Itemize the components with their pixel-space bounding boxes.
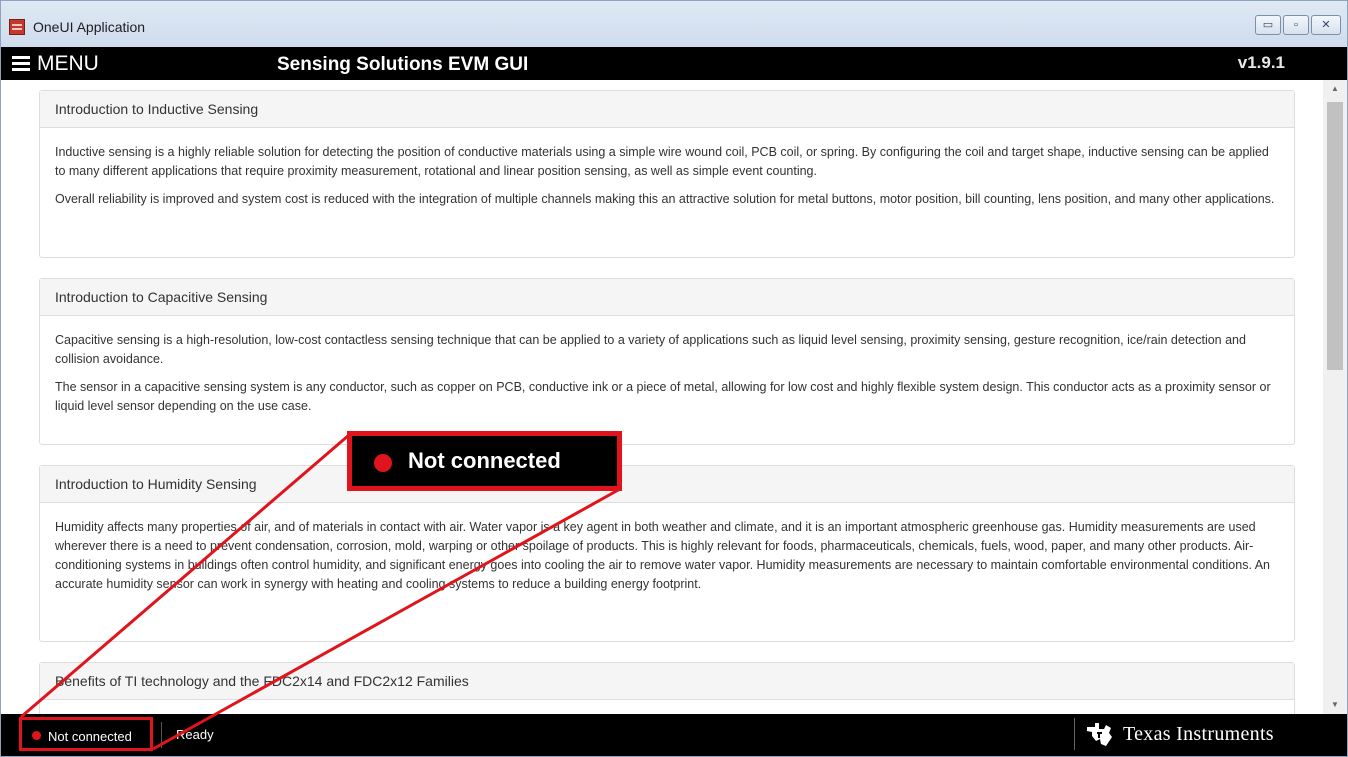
panel-humidity-sensing: Introduction to Humidity Sensing Humidit… bbox=[39, 465, 1295, 642]
ti-logo-icon bbox=[1087, 723, 1112, 746]
status-divider bbox=[161, 722, 162, 748]
panel-body: Capacitive sensing is a high-resolution,… bbox=[40, 316, 1294, 416]
app-icon bbox=[9, 19, 25, 35]
panel-body: Humidity affects many properties of air,… bbox=[40, 503, 1294, 594]
status-dot-icon bbox=[32, 731, 41, 740]
connection-status-text: Not connected bbox=[48, 729, 132, 744]
panel-inductive-sensing: Introduction to Inductive Sensing Induct… bbox=[39, 90, 1295, 258]
panel-heading: Benefits of TI technology and the FDC2x1… bbox=[40, 663, 1294, 700]
panel-paragraph: Capacitive sensing is a high-resolution,… bbox=[55, 333, 1246, 366]
ti-brand-name: Texas Instruments bbox=[1123, 723, 1274, 745]
panel-paragraph: Overall reliability is improved and syst… bbox=[55, 192, 1275, 206]
main-content: Introduction to Inductive Sensing Induct… bbox=[1, 80, 1323, 714]
application-window: OneUI Application ▭ ▫ ✕ MENU Sensing Sol… bbox=[0, 0, 1348, 757]
version-label: v1.9.1 bbox=[1237, 53, 1285, 72]
connection-status-highlight[interactable]: Not connected bbox=[19, 717, 153, 751]
scroll-down-arrow-icon[interactable]: ▼ bbox=[1323, 696, 1347, 714]
close-button[interactable]: ✕ bbox=[1311, 15, 1341, 35]
vertical-scrollbar[interactable]: ▲ ▼ bbox=[1323, 80, 1347, 714]
status-bar: Not connected Ready Texas Instruments bbox=[1, 714, 1347, 756]
app-header: MENU Sensing Solutions EVM GUI v1.9.1 bbox=[1, 47, 1347, 80]
connection-status-callout: Not connected bbox=[347, 431, 622, 491]
scroll-thumb[interactable] bbox=[1327, 102, 1343, 370]
app-title: Sensing Solutions EVM GUI bbox=[277, 54, 529, 75]
panel-heading: Introduction to Capacitive Sensing bbox=[40, 279, 1294, 316]
status-message: Ready bbox=[176, 727, 214, 742]
window-titlebar[interactable]: OneUI Application ▭ ▫ ✕ bbox=[1, 1, 1347, 47]
status-dot-icon bbox=[374, 454, 392, 472]
panel-ti-benefits: Benefits of TI technology and the FDC2x1… bbox=[39, 662, 1295, 714]
callout-text: Not connected bbox=[408, 448, 561, 473]
brand-divider bbox=[1074, 718, 1075, 750]
hamburger-menu-icon[interactable] bbox=[12, 56, 30, 71]
minimize-button[interactable]: ▭ bbox=[1255, 15, 1281, 35]
panel-capacitive-sensing: Introduction to Capacitive Sensing Capac… bbox=[39, 278, 1295, 445]
maximize-button[interactable]: ▫ bbox=[1283, 15, 1309, 35]
panel-heading: Introduction to Inductive Sensing bbox=[40, 91, 1294, 128]
menu-button[interactable]: MENU bbox=[37, 52, 99, 76]
panel-paragraph: Inductive sensing is a highly reliable s… bbox=[55, 145, 1269, 178]
window-title: OneUI Application bbox=[33, 19, 146, 35]
panel-paragraph: The sensor in a capacitive sensing syste… bbox=[55, 380, 1271, 413]
panel-heading: Introduction to Humidity Sensing bbox=[40, 466, 1294, 503]
scroll-up-arrow-icon[interactable]: ▲ bbox=[1323, 80, 1347, 98]
panel-paragraph: Humidity affects many properties of air,… bbox=[55, 520, 1270, 591]
panel-body: Inductive sensing is a highly reliable s… bbox=[40, 128, 1294, 209]
